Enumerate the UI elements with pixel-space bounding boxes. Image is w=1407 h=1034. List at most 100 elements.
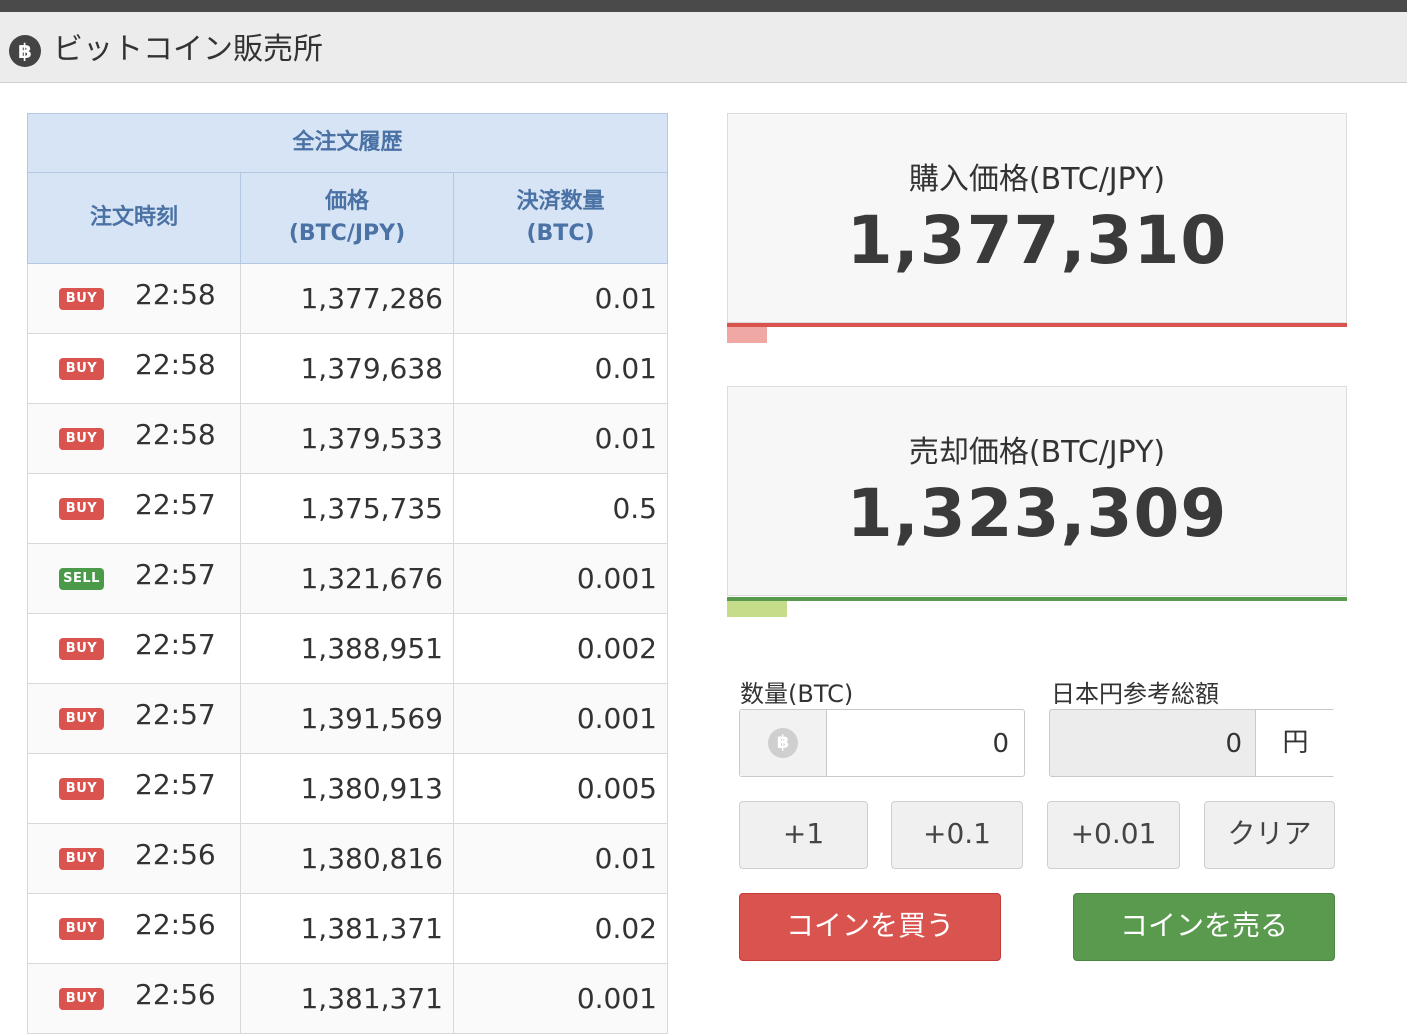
order-price: 1,377,286 bbox=[240, 263, 454, 334]
order-time: 22:56 bbox=[135, 908, 216, 941]
yen-unit: 円 bbox=[1255, 710, 1335, 776]
quantity-addon: ฿ bbox=[740, 710, 827, 776]
order-price: 1,321,676 bbox=[240, 543, 454, 614]
buy-price-label: 購入価格(BTC/JPY) bbox=[908, 162, 1166, 197]
buy-coin-button[interactable]: コインを買う bbox=[739, 893, 1001, 961]
page-title: ビットコイン販売所 bbox=[53, 32, 323, 67]
order-row: BUY 22:58 1,379,638 0.01 bbox=[27, 333, 668, 404]
order-history-table: 全注文履歴 注文時刻 価格 (BTC/JPY) 決済数量 (BTC) BUY 22:5… bbox=[27, 113, 668, 1034]
order-price: 1,380,913 bbox=[240, 753, 454, 824]
order-time: 22:57 bbox=[135, 558, 216, 591]
order-side-badge: SELL bbox=[59, 568, 104, 590]
order-time-cell: BUY 22:57 bbox=[27, 683, 241, 754]
sell-coin-button[interactable]: コインを売る bbox=[1073, 893, 1335, 961]
column-header-time: 注文時刻 bbox=[27, 172, 241, 264]
order-amount: 0.001 bbox=[453, 543, 668, 614]
bitcoin-icon: ฿ bbox=[768, 728, 798, 758]
order-side-badge: BUY bbox=[59, 428, 104, 450]
clear-button[interactable]: クリア bbox=[1204, 801, 1335, 869]
buy-price-panel: 購入価格(BTC/JPY) 1,377,310 bbox=[727, 113, 1347, 323]
order-row: BUY 22:56 1,380,816 0.01 bbox=[27, 823, 668, 894]
buy-price-bar-marker bbox=[727, 327, 767, 343]
order-price: 1,380,816 bbox=[240, 823, 454, 894]
order-price: 1,379,533 bbox=[240, 403, 454, 474]
order-time: 22:58 bbox=[135, 418, 216, 451]
order-price: 1,381,371 bbox=[240, 893, 454, 964]
order-price: 1,375,735 bbox=[240, 473, 454, 544]
order-amount: 0.01 bbox=[453, 333, 668, 404]
order-time-cell: BUY 22:57 bbox=[27, 473, 241, 544]
sell-price-label: 売却価格(BTC/JPY) bbox=[908, 435, 1166, 470]
sell-price-bar-marker bbox=[727, 601, 787, 617]
order-time: 22:58 bbox=[135, 278, 216, 311]
order-amount: 0.02 bbox=[453, 893, 668, 964]
yen-total-field-group: 円 bbox=[1049, 709, 1335, 778]
order-amount: 0.001 bbox=[453, 683, 668, 754]
add-1-button[interactable]: +1 bbox=[739, 801, 868, 869]
order-side-badge: BUY bbox=[59, 918, 104, 940]
order-history-caption: 全注文履歴 bbox=[27, 113, 668, 173]
order-time-cell: BUY 22:56 bbox=[27, 893, 241, 964]
order-time-cell: BUY 22:57 bbox=[27, 613, 241, 684]
order-side-badge: BUY bbox=[59, 638, 104, 660]
order-amount: 0.5 bbox=[453, 473, 668, 544]
order-price: 1,381,371 bbox=[240, 963, 454, 1034]
buy-price-value: 1,377,310 bbox=[846, 202, 1228, 279]
order-side-badge: BUY bbox=[59, 498, 104, 520]
order-side-badge: BUY bbox=[59, 988, 104, 1010]
order-row: BUY 22:58 1,377,286 0.01 bbox=[27, 263, 668, 334]
top-bar bbox=[0, 0, 1407, 12]
order-side-badge: BUY bbox=[59, 848, 104, 870]
order-time-cell: SELL 22:57 bbox=[27, 543, 241, 614]
order-side-badge: BUY bbox=[59, 778, 104, 800]
order-time-cell: BUY 22:58 bbox=[27, 403, 241, 474]
column-header-amount: 決済数量 (BTC) bbox=[453, 172, 668, 264]
order-time-cell: BUY 22:56 bbox=[27, 823, 241, 894]
buy-price-bar bbox=[727, 323, 1347, 327]
order-time-cell: BUY 22:56 bbox=[27, 963, 241, 1034]
order-row: BUY 22:57 1,391,569 0.001 bbox=[27, 683, 668, 754]
order-time: 22:58 bbox=[135, 348, 216, 381]
column-header-price: 価格 (BTC/JPY) bbox=[240, 172, 454, 264]
order-row: BUY 22:58 1,379,533 0.01 bbox=[27, 403, 668, 474]
order-amount: 0.01 bbox=[453, 403, 668, 474]
yen-total-label: 日本円参考総額 bbox=[1051, 680, 1219, 708]
order-amount: 0.001 bbox=[453, 963, 668, 1034]
quantity-field-group: ฿ bbox=[739, 709, 1025, 778]
add-0.1-button[interactable]: +0.1 bbox=[891, 801, 1023, 869]
order-price: 1,379,638 bbox=[240, 333, 454, 404]
page-header: ฿ ビットコイン販売所 bbox=[0, 12, 1407, 83]
order-row: BUY 22:57 1,380,913 0.005 bbox=[27, 753, 668, 824]
order-time-cell: BUY 22:58 bbox=[27, 263, 241, 334]
order-price: 1,388,951 bbox=[240, 613, 454, 684]
order-time: 22:56 bbox=[135, 978, 216, 1011]
order-time-cell: BUY 22:58 bbox=[27, 333, 241, 404]
order-side-badge: BUY bbox=[59, 288, 104, 310]
order-amount: 0.01 bbox=[453, 263, 668, 334]
order-row: BUY 22:56 1,381,371 0.02 bbox=[27, 893, 668, 964]
order-row: SELL 22:57 1,321,676 0.001 bbox=[27, 543, 668, 614]
order-row: BUY 22:57 1,388,951 0.002 bbox=[27, 613, 668, 684]
order-time: 22:57 bbox=[135, 768, 216, 801]
order-time-cell: BUY 22:57 bbox=[27, 753, 241, 824]
bitcoin-icon: ฿ bbox=[9, 35, 41, 67]
order-time: 22:57 bbox=[135, 628, 216, 661]
add-0.01-button[interactable]: +0.01 bbox=[1047, 801, 1180, 869]
order-side-badge: BUY bbox=[59, 708, 104, 730]
order-row: BUY 22:56 1,381,371 0.001 bbox=[27, 963, 668, 1034]
order-side-badge: BUY bbox=[59, 358, 104, 380]
sell-price-value: 1,323,309 bbox=[846, 475, 1228, 552]
order-time: 22:56 bbox=[135, 838, 216, 871]
order-time: 22:57 bbox=[135, 698, 216, 731]
order-amount: 0.005 bbox=[453, 753, 668, 824]
sell-price-panel: 売却価格(BTC/JPY) 1,323,309 bbox=[727, 386, 1347, 596]
sell-price-bar bbox=[727, 597, 1347, 601]
order-amount: 0.002 bbox=[453, 613, 668, 684]
order-row: BUY 22:57 1,375,735 0.5 bbox=[27, 473, 668, 544]
yen-total-input bbox=[1050, 710, 1256, 778]
order-price: 1,391,569 bbox=[240, 683, 454, 754]
quantity-label: 数量(BTC) bbox=[740, 680, 854, 708]
quantity-input[interactable] bbox=[827, 710, 1025, 778]
order-amount: 0.01 bbox=[453, 823, 668, 894]
order-time: 22:57 bbox=[135, 488, 216, 521]
